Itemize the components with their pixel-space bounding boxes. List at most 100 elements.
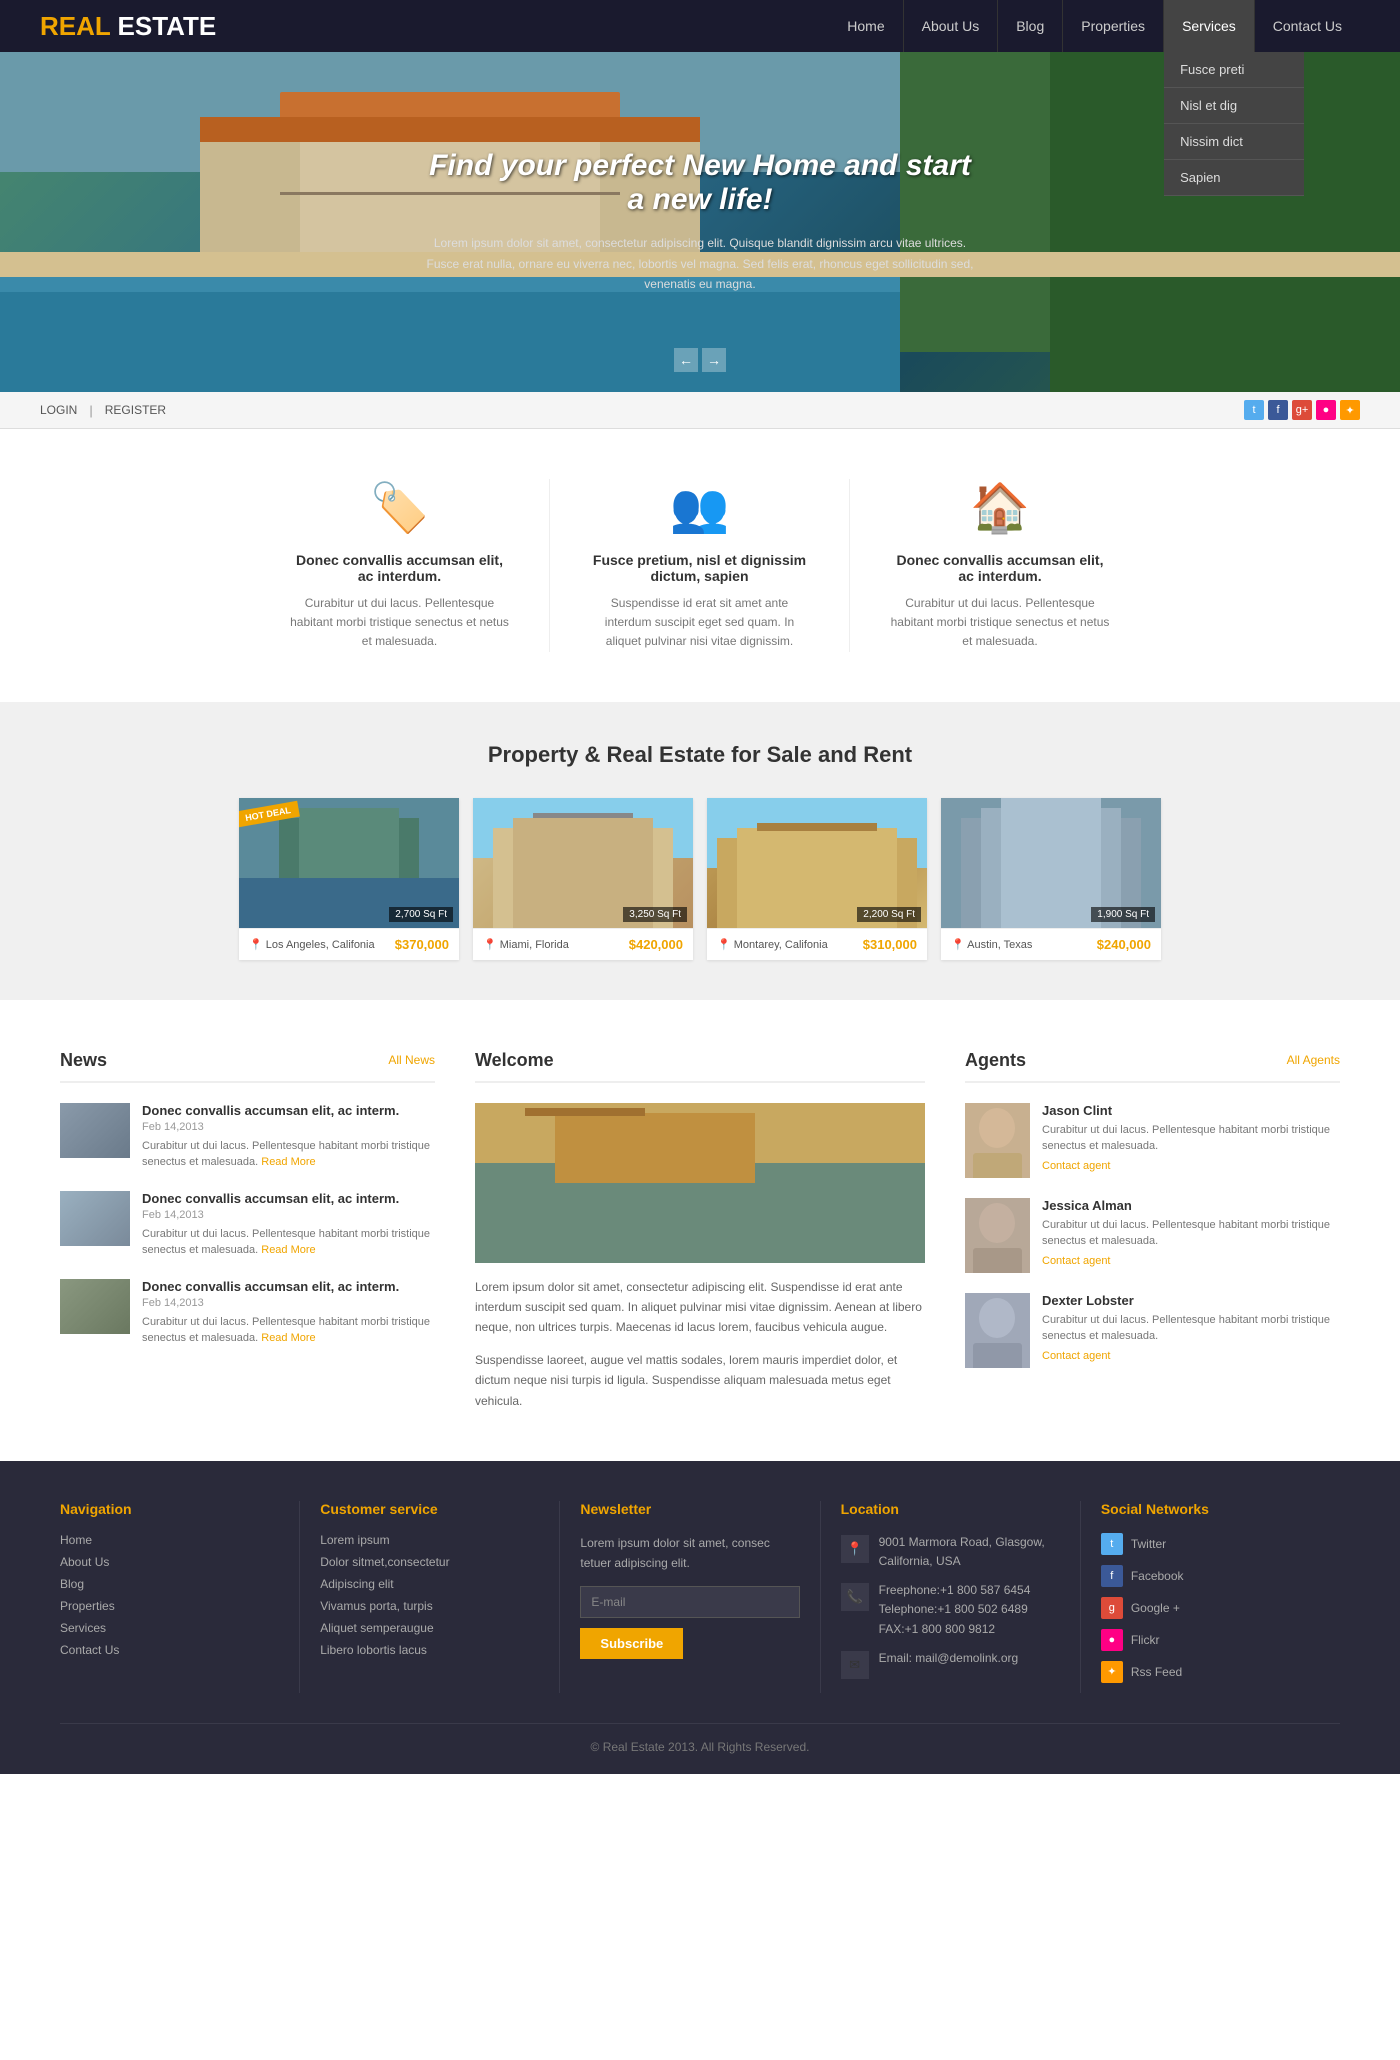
feature-3: 🏠 Donec convallis accumsan elit, ac inte…: [850, 479, 1150, 652]
contact-agent-3[interactable]: Contact agent: [1042, 1350, 1340, 1362]
news-item-3: Donec convallis accumsan elit, ac interm…: [60, 1279, 435, 1347]
footer-nav-blog[interactable]: Blog: [60, 1577, 279, 1591]
rss-icon[interactable]: ✦: [1340, 400, 1360, 420]
footer-nav-home[interactable]: Home: [60, 1533, 279, 1547]
property-card-3[interactable]: 2,200 Sq Ft 📍 Montarey, Califonia $310,0…: [707, 798, 927, 960]
property-price-2: $420,000: [629, 937, 683, 952]
news-date-2: Feb 14,2013: [142, 1209, 435, 1221]
social-rss-item[interactable]: ✦ Rss Feed: [1101, 1661, 1320, 1683]
telephone: Telephone:+1 800 502 6489: [879, 1600, 1031, 1619]
social-icons-bar: t f g+ ● ✦: [1244, 400, 1360, 420]
dropdown-item-3[interactable]: Nissim dict: [1164, 124, 1304, 160]
footer-nav-col: Navigation Home About Us Blog Properties…: [60, 1501, 300, 1693]
agents-title: Agents: [965, 1050, 1026, 1071]
footer-service-title: Customer service: [320, 1501, 539, 1517]
subscribe-button[interactable]: Subscribe: [580, 1628, 683, 1659]
google-icon[interactable]: g+: [1292, 400, 1312, 420]
social-facebook-item[interactable]: f Facebook: [1101, 1565, 1320, 1587]
hero-prev-arrow[interactable]: ←: [674, 348, 698, 372]
google-label: Google +: [1131, 1601, 1180, 1615]
nav-contact[interactable]: Contact Us: [1254, 0, 1360, 52]
property-price-4: $240,000: [1097, 937, 1151, 952]
footer-nav-services[interactable]: Services: [60, 1621, 279, 1635]
footer-nav-about[interactable]: About Us: [60, 1555, 279, 1569]
nav-properties[interactable]: Properties: [1062, 0, 1163, 52]
services-dropdown: Fusce preti Nisl et dig Nissim dict Sapi…: [1164, 52, 1304, 196]
agent-info-3: Dexter Lobster Curabitur ut dui lacus. P…: [1042, 1293, 1340, 1362]
read-more-3[interactable]: Read More: [261, 1332, 315, 1344]
auth-links: LOGIN | REGISTER: [40, 403, 178, 418]
header: REAL ESTATE Home About Us Blog Propertie…: [0, 0, 1400, 52]
facebook-social-icon: f: [1101, 1565, 1123, 1587]
news-title-3: Donec convallis accumsan elit, ac interm…: [142, 1279, 435, 1294]
property-info-3: 📍 Montarey, Califonia $310,000: [707, 928, 927, 960]
flickr-label: Flickr: [1131, 1633, 1160, 1647]
news-text-3: Curabitur ut dui lacus. Pellentesque hab…: [142, 1314, 435, 1347]
property-card-2[interactable]: 3,250 Sq Ft 📍 Miami, Florida $420,000: [473, 798, 693, 960]
welcome-column: Welcome Lorem ipsum dolor sit amet, cons…: [475, 1050, 925, 1411]
fax: FAX:+1 800 800 9812: [879, 1620, 1031, 1639]
all-agents-link[interactable]: All Agents: [1287, 1053, 1340, 1067]
location-phones: Freephone:+1 800 587 6454 Telephone:+1 8…: [879, 1581, 1031, 1639]
footer-nav-properties[interactable]: Properties: [60, 1599, 279, 1613]
nav-blog[interactable]: Blog: [997, 0, 1062, 52]
twitter-icon[interactable]: t: [1244, 400, 1264, 420]
newsletter-email-input[interactable]: [580, 1586, 799, 1618]
footer-service-2[interactable]: Dolor sitmet,consectetur: [320, 1555, 539, 1569]
footer-service-5[interactable]: Aliquet semperaugue: [320, 1621, 539, 1635]
dropdown-item-1[interactable]: Fusce preti: [1164, 52, 1304, 88]
hero-content: Find your perfect New Home and start a n…: [400, 149, 1000, 294]
sqft-badge-1: 2,700 Sq Ft: [389, 907, 453, 922]
footer-nav-contact[interactable]: Contact Us: [60, 1643, 279, 1657]
footer-newsletter-title: Newsletter: [580, 1501, 799, 1517]
agent-item-3: Dexter Lobster Curabitur ut dui lacus. P…: [965, 1293, 1340, 1368]
property-price-1: $370,000: [395, 937, 449, 952]
news-title-1: Donec convallis accumsan elit, ac interm…: [142, 1103, 435, 1118]
social-google-item[interactable]: g Google +: [1101, 1597, 1320, 1619]
contact-agent-1[interactable]: Contact agent: [1042, 1160, 1340, 1172]
nav-home[interactable]: Home: [829, 0, 902, 52]
property-card-1[interactable]: HOT DEAL 2,700 Sq Ft 📍 Los Angeles, Cali…: [239, 798, 459, 960]
footer-service-6[interactable]: Libero lobortis lacus: [320, 1643, 539, 1657]
all-news-link[interactable]: All News: [388, 1053, 435, 1067]
dropdown-item-4[interactable]: Sapien: [1164, 160, 1304, 196]
property-info-2: 📍 Miami, Florida $420,000: [473, 928, 693, 960]
footer-service-4[interactable]: Vivamus porta, turpis: [320, 1599, 539, 1613]
agent-name-1: Jason Clint: [1042, 1103, 1340, 1118]
property-img-3: 2,200 Sq Ft: [707, 798, 927, 928]
twitter-label: Twitter: [1131, 1537, 1166, 1551]
login-link[interactable]: LOGIN: [40, 403, 89, 417]
footer-service-1[interactable]: Lorem ipsum: [320, 1533, 539, 1547]
social-flickr-item[interactable]: ● Flickr: [1101, 1629, 1320, 1651]
dropdown-item-2[interactable]: Nisl et dig: [1164, 88, 1304, 124]
hero-next-arrow[interactable]: →: [702, 348, 726, 372]
three-column-section: News All News Donec convallis accumsan e…: [0, 1000, 1400, 1461]
social-twitter-item[interactable]: t Twitter: [1101, 1533, 1320, 1555]
nav-services[interactable]: Services Fusce preti Nisl et dig Nissim …: [1163, 0, 1254, 52]
read-more-1[interactable]: Read More: [261, 1156, 315, 1168]
welcome-header: Welcome: [475, 1050, 925, 1083]
price-icon: 🏷️: [290, 479, 509, 536]
facebook-icon[interactable]: f: [1268, 400, 1288, 420]
feature-1-title: Donec convallis accumsan elit, ac interd…: [290, 552, 509, 584]
news-thumb-2: [60, 1191, 130, 1246]
contact-agent-2[interactable]: Contact agent: [1042, 1255, 1340, 1267]
logo-real: REAL: [40, 11, 110, 41]
sqft-badge-3: 2,200 Sq Ft: [857, 907, 921, 922]
register-link[interactable]: REGISTER: [93, 403, 178, 417]
footer-service-3[interactable]: Adipiscing elit: [320, 1577, 539, 1591]
news-date-3: Feb 14,2013: [142, 1297, 435, 1309]
footer-location-col: Location 📍 9001 Marmora Road, Glasgow, C…: [821, 1501, 1081, 1693]
agents-header: Agents All Agents: [965, 1050, 1340, 1083]
flickr-icon[interactable]: ●: [1316, 400, 1336, 420]
property-location-3: 📍 Montarey, Califonia: [717, 938, 828, 951]
location-email-item: ✉ Email: mail@demolink.org: [841, 1649, 1060, 1679]
property-card-4[interactable]: 1,900 Sq Ft 📍 Austin, Texas $240,000: [941, 798, 1161, 960]
news-text-2: Curabitur ut dui lacus. Pellentesque hab…: [142, 1226, 435, 1259]
news-title-2: Donec convallis accumsan elit, ac interm…: [142, 1191, 435, 1206]
features-section: 🏷️ Donec convallis accumsan elit, ac int…: [0, 429, 1400, 702]
read-more-2[interactable]: Read More: [261, 1244, 315, 1256]
nav-about[interactable]: About Us: [903, 0, 998, 52]
rss-social-icon: ✦: [1101, 1661, 1123, 1683]
twitter-social-icon: t: [1101, 1533, 1123, 1555]
